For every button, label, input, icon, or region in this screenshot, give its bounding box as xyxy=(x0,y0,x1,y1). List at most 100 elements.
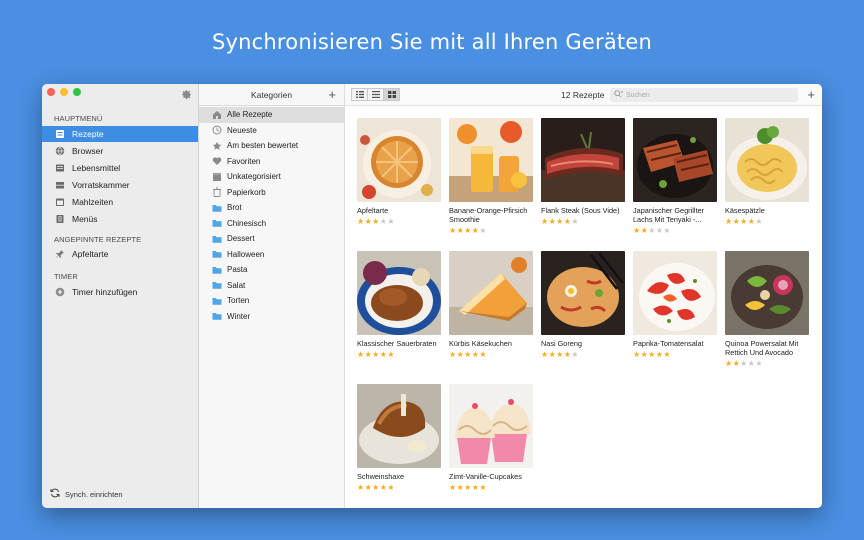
star-empty-icon[interactable]: ★ xyxy=(755,217,763,226)
view-switcher xyxy=(351,88,400,101)
search-icon xyxy=(614,90,624,100)
star-filled-icon[interactable]: ★ xyxy=(387,350,395,359)
minimize-window-button[interactable] xyxy=(60,88,68,96)
category-item-halloween[interactable]: Halloween xyxy=(199,247,344,263)
star-filled-icon[interactable]: ★ xyxy=(663,350,671,359)
category-label: Alle Rezepte xyxy=(227,110,273,120)
star-filled-icon[interactable]: ★ xyxy=(357,483,365,492)
star-empty-icon[interactable]: ★ xyxy=(740,359,748,368)
pinned-item-apfeltarte[interactable]: Apfeltarte xyxy=(42,246,198,262)
add-recipe-button[interactable]: + xyxy=(807,87,815,102)
star-empty-icon[interactable]: ★ xyxy=(663,226,671,235)
category-item-neueste[interactable]: Neueste xyxy=(199,123,344,139)
settings-gear-icon[interactable] xyxy=(181,89,192,103)
star-filled-icon[interactable]: ★ xyxy=(357,350,365,359)
recipe-photo xyxy=(633,118,717,202)
recipe-card[interactable]: Kürbis Käsekuchen ★★★★★ xyxy=(449,251,533,359)
star-filled-icon[interactable]: ★ xyxy=(633,350,641,359)
star-filled-icon[interactable]: ★ xyxy=(740,217,748,226)
star-filled-icon[interactable]: ★ xyxy=(449,483,457,492)
category-item-dessert[interactable]: Dessert xyxy=(199,231,344,247)
category-label: Chinesisch xyxy=(227,218,267,228)
category-item-chinesisch[interactable]: Chinesisch xyxy=(199,216,344,232)
star-filled-icon[interactable]: ★ xyxy=(464,483,472,492)
search-input[interactable]: Suchen xyxy=(610,88,798,102)
compact-list-icon[interactable] xyxy=(367,88,384,101)
recipe-title: Paprika-Tomatensalat xyxy=(633,339,704,348)
category-label: Pasta xyxy=(227,265,248,275)
category-item-alle-rezepte[interactable]: Alle Rezepte xyxy=(199,107,344,123)
recipe-card[interactable]: Klassischer Sauerbraten ★★★★★ xyxy=(357,251,441,359)
sidebar-item-label: Vorratskammer xyxy=(72,180,130,190)
sidebar: HAUPTMENÜ Rezepte Browser Lebensmittel V… xyxy=(42,84,199,508)
category-item-am-besten-bewertet[interactable]: Am besten bewertet xyxy=(199,138,344,154)
star-filled-icon[interactable]: ★ xyxy=(449,350,457,359)
recipe-title: Apfeltarte xyxy=(357,206,389,215)
category-label: Neueste xyxy=(227,125,257,135)
star-empty-icon[interactable]: ★ xyxy=(648,226,656,235)
star-filled-icon[interactable]: ★ xyxy=(372,217,380,226)
recipe-title: Japanischer Gegrillter Lachs Mit Teriyak… xyxy=(633,206,704,224)
star-empty-icon[interactable]: ★ xyxy=(387,217,395,226)
sync-setup-button[interactable]: Synch. einrichten xyxy=(50,488,123,500)
close-window-button[interactable] xyxy=(47,88,55,96)
category-item-papierkorb[interactable]: Papierkorb xyxy=(199,185,344,201)
recipe-card[interactable]: Apfeltarte ★★★★★ xyxy=(357,118,441,226)
recipe-card[interactable]: Banane-Orange-Pfirsich Smoothie ★★★★★ xyxy=(449,118,533,235)
star-filled-icon[interactable]: ★ xyxy=(464,350,472,359)
categories-title: Kategorien xyxy=(250,89,293,100)
sync-label: Synch. einrichten xyxy=(65,489,123,499)
sidebar-item-pantry[interactable]: Vorratskammer xyxy=(42,177,198,193)
recipe-card[interactable]: Zimt-Vanille-Cupcakes ★★★★★ xyxy=(449,384,533,492)
category-item-torten[interactable]: Torten xyxy=(199,293,344,309)
category-item-winter[interactable]: Winter xyxy=(199,309,344,325)
star-filled-icon[interactable]: ★ xyxy=(357,217,365,226)
recipe-title: Käsespätzle xyxy=(725,206,765,215)
recipe-card[interactable]: Flank Steak (Sous Vide) ★★★★★ xyxy=(541,118,625,226)
category-label: Salat xyxy=(227,280,246,290)
sidebar-item-meals[interactable]: Mahlzeiten xyxy=(42,194,198,210)
star-filled-icon[interactable]: ★ xyxy=(372,350,380,359)
recipe-card[interactable]: Paprika-Tomatensalat ★★★★★ xyxy=(633,251,717,359)
category-item-unkategorisiert[interactable]: Unkategorisiert xyxy=(199,169,344,185)
star-filled-icon[interactable]: ★ xyxy=(725,217,733,226)
star-filled-icon[interactable]: ★ xyxy=(449,226,457,235)
star-filled-icon[interactable]: ★ xyxy=(556,350,564,359)
recipe-card[interactable]: Nasi Goreng ★★★★★ xyxy=(541,251,625,359)
star-empty-icon[interactable]: ★ xyxy=(571,350,579,359)
star-filled-icon[interactable]: ★ xyxy=(387,483,395,492)
add-timer-button[interactable]: Timer hinzufügen xyxy=(42,284,198,300)
star-filled-icon[interactable]: ★ xyxy=(725,359,733,368)
star-filled-icon[interactable]: ★ xyxy=(479,350,487,359)
star-filled-icon[interactable]: ★ xyxy=(633,226,641,235)
category-item-salat[interactable]: Salat xyxy=(199,278,344,294)
sidebar-item-browser[interactable]: Browser xyxy=(42,143,198,159)
star-empty-icon[interactable]: ★ xyxy=(755,359,763,368)
star-filled-icon[interactable]: ★ xyxy=(648,350,656,359)
star-filled-icon[interactable]: ★ xyxy=(541,217,549,226)
recipe-card[interactable]: Japanischer Gegrillter Lachs Mit Teriyak… xyxy=(633,118,717,235)
recipe-card[interactable]: Käsespätzle ★★★★★ xyxy=(725,118,809,226)
category-list: Alle Rezepte Neueste Am besten bewertet Fav… xyxy=(199,106,344,324)
rating-stars: ★★★★★ xyxy=(633,226,717,235)
star-filled-icon[interactable]: ★ xyxy=(372,483,380,492)
category-item-brot[interactable]: Brot xyxy=(199,200,344,216)
recipe-card[interactable]: Schweinshaxe ★★★★★ xyxy=(357,384,441,492)
add-category-button[interactable]: + xyxy=(328,87,336,102)
star-filled-icon[interactable]: ★ xyxy=(556,217,564,226)
list-view-icon[interactable] xyxy=(351,88,368,101)
grid-view-icon[interactable] xyxy=(383,88,400,101)
recipe-card[interactable]: Quinoa Powersalat Mit Rettich Und Avocad… xyxy=(725,251,809,368)
star-filled-icon[interactable]: ★ xyxy=(541,350,549,359)
sidebar-item-menus[interactable]: Menüs xyxy=(42,211,198,227)
sidebar-item-recipes[interactable]: Rezepte xyxy=(42,126,198,142)
star-empty-icon[interactable]: ★ xyxy=(479,226,487,235)
star-filled-icon[interactable]: ★ xyxy=(464,226,472,235)
category-item-favoriten[interactable]: Favoriten xyxy=(199,154,344,170)
star-filled-icon[interactable]: ★ xyxy=(479,483,487,492)
category-item-pasta[interactable]: Pasta xyxy=(199,262,344,278)
sidebar-item-groceries[interactable]: Lebensmittel xyxy=(42,160,198,176)
sync-icon xyxy=(50,488,60,500)
zoom-window-button[interactable] xyxy=(73,88,81,96)
star-empty-icon[interactable]: ★ xyxy=(571,217,579,226)
